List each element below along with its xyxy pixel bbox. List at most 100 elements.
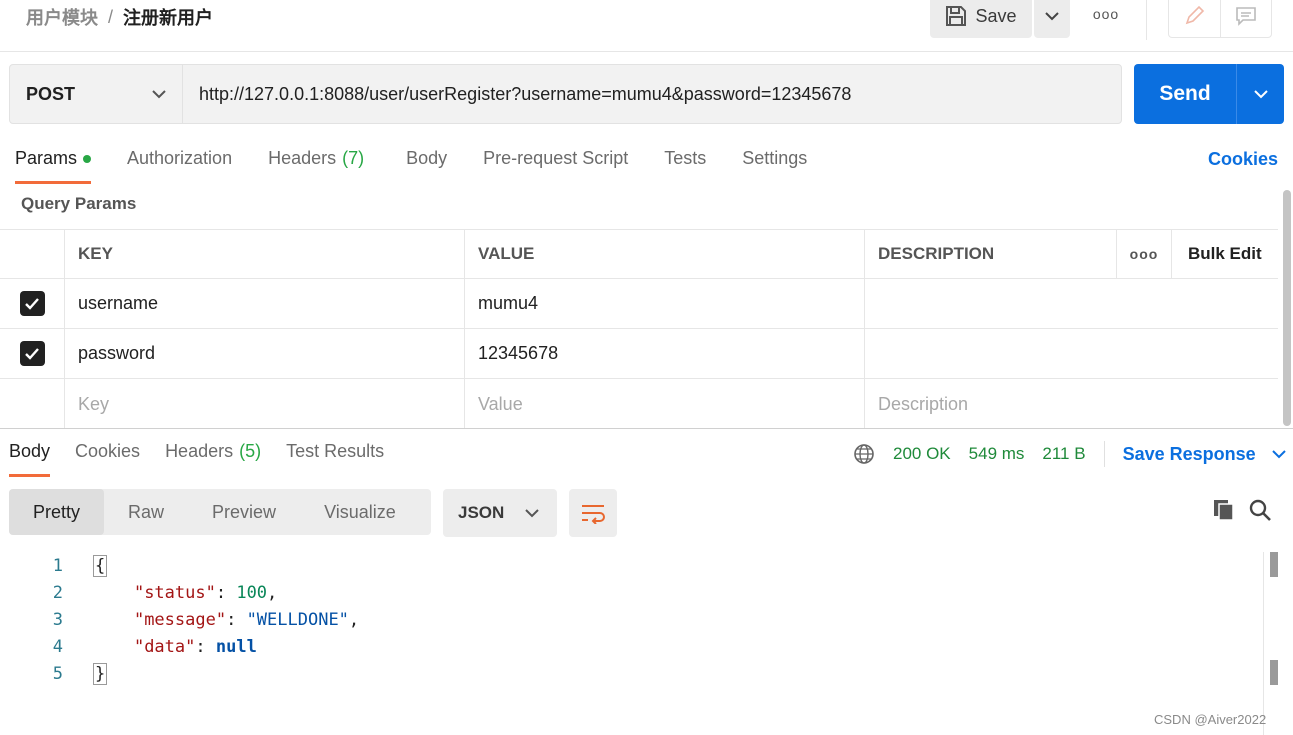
response-tabs: Body Cookies Headers (5) Test Results [9,441,409,477]
url-input[interactable]: http://127.0.0.1:8088/user/userRegister?… [182,64,1122,124]
view-raw[interactable]: Raw [104,489,188,535]
code-line: 1{ [0,552,359,579]
save-label: Save [975,5,1017,26]
param-value-cell[interactable]: mumu4 [464,279,864,328]
tab-label: Headers [165,441,234,461]
tab-headers[interactable]: Headers (7) [268,148,364,184]
cookies-link[interactable]: Cookies [1208,149,1278,170]
view-pretty[interactable]: Pretty [9,489,105,535]
json-string: "WELLDONE" [246,609,349,630]
wrap-lines-button[interactable] [569,489,617,537]
tab-tests[interactable]: Tests [664,148,706,184]
code-line: 2 "status": 100, [0,579,359,606]
send-button-group: Send [1134,64,1284,124]
empty-checkbox-cell [0,379,64,429]
response-body-code[interactable]: 1{ 2 "status": 100, 3 "message": "WELLDO… [0,552,359,687]
tab-body[interactable]: Body [406,148,447,184]
code-line: 5} [0,660,359,687]
table-row-new: Key Value Description [0,379,1278,429]
more-options-button[interactable]: ooo [1090,4,1122,24]
method-label: POST [26,83,76,104]
chevron-down-icon [1045,12,1059,21]
send-button[interactable]: Send [1134,64,1236,124]
param-key-cell[interactable]: username [64,279,464,328]
tab-response-headers[interactable]: Headers (5) [165,441,261,477]
json-key: "data" [133,636,196,657]
tab-test-results[interactable]: Test Results [286,441,384,477]
tab-prerequest-script[interactable]: Pre-request Script [483,148,628,184]
side-panel-toggles [1168,0,1272,38]
save-dropdown-button[interactable] [1034,0,1070,38]
save-response-button[interactable]: Save Response [1123,444,1286,465]
open-brace: { [93,554,108,577]
tab-label: Headers [268,148,337,168]
response-size[interactable]: 211 B [1042,444,1085,464]
column-options-button[interactable]: ooo [1116,230,1171,278]
param-description-cell[interactable] [864,329,1278,378]
query-params-title: Query Params [21,194,137,213]
format-select[interactable]: JSON [443,489,557,537]
copy-icon[interactable] [1212,498,1236,527]
code-line: 4 "data": null [0,633,359,660]
line-number: 3 [52,609,63,630]
breadcrumb-current: 注册新用户 [123,8,214,28]
view-mode-segmented: Pretty Raw Preview Visualize [9,489,431,535]
table-row: username mumu4 [0,279,1278,329]
tab-response-body[interactable]: Body [9,441,51,477]
param-key-cell[interactable]: password [64,329,464,378]
json-number: 100 [236,582,268,603]
breadcrumb: 用户模块 / 注册新用户 [26,4,213,30]
breadcrumb-parent[interactable]: 用户模块 [26,4,98,30]
tab-settings[interactable]: Settings [742,148,807,184]
method-select[interactable]: POST [9,64,183,124]
params-indicator-dot [83,155,92,163]
row-checkbox[interactable] [0,279,64,328]
view-visualize[interactable]: Visualize [300,489,420,535]
json-key: "status" [133,582,216,603]
line-number: 4 [52,636,63,657]
scrollbar-marker[interactable] [1270,660,1278,685]
send-dropdown-button[interactable] [1236,64,1284,124]
chevron-down-icon [1253,90,1268,99]
wrap-lines-icon [582,505,605,524]
headers-count: (7) [342,148,365,168]
param-description-cell[interactable] [864,279,1278,328]
search-icon[interactable] [1248,498,1272,527]
divider [1103,441,1105,467]
globe-icon[interactable] [853,443,875,465]
request-tabs: Params Authorization Headers (7) Body Pre… [15,148,843,184]
tab-label: Params [15,148,78,168]
tab-response-cookies[interactable]: Cookies [75,441,140,477]
tab-params[interactable]: Params [15,148,92,184]
scrollbar[interactable] [1283,190,1291,426]
new-key-input[interactable]: Key [64,379,464,429]
save-icon [946,6,967,26]
save-button[interactable]: Save [930,0,1032,38]
json-null: null [215,636,257,657]
comment-icon[interactable] [1221,0,1272,37]
status-code[interactable]: 200 OK [893,444,951,464]
checkbox-column-header [0,230,64,278]
param-value-cell[interactable]: 12345678 [464,329,864,378]
response-time[interactable]: 549 ms [969,444,1025,464]
scrollbar-marker[interactable] [1270,552,1278,577]
code-line: 3 "message": "WELLDONE", [0,606,359,633]
pane-divider[interactable] [0,428,1293,429]
new-description-input[interactable]: Description [864,379,1278,429]
line-number: 2 [52,582,63,603]
column-header-key: KEY [64,230,464,278]
top-bar: 用户模块 / 注册新用户 Save ooo [0,0,1293,52]
row-checkbox[interactable] [0,329,64,378]
line-number: 1 [52,555,63,576]
new-value-input[interactable]: Value [464,379,864,429]
table-header-row: KEY VALUE DESCRIPTION ooo Bulk Edit [0,229,1278,279]
view-preview[interactable]: Preview [188,489,300,535]
column-header-value: VALUE [464,230,864,278]
column-header-description: DESCRIPTION [864,230,1116,278]
json-key: "message" [133,609,227,630]
divider [1263,552,1264,735]
tab-authorization[interactable]: Authorization [127,148,232,184]
chevron-down-icon [152,90,166,99]
bulk-edit-button[interactable]: Bulk Edit [1171,230,1278,278]
edit-icon[interactable] [1169,0,1221,37]
